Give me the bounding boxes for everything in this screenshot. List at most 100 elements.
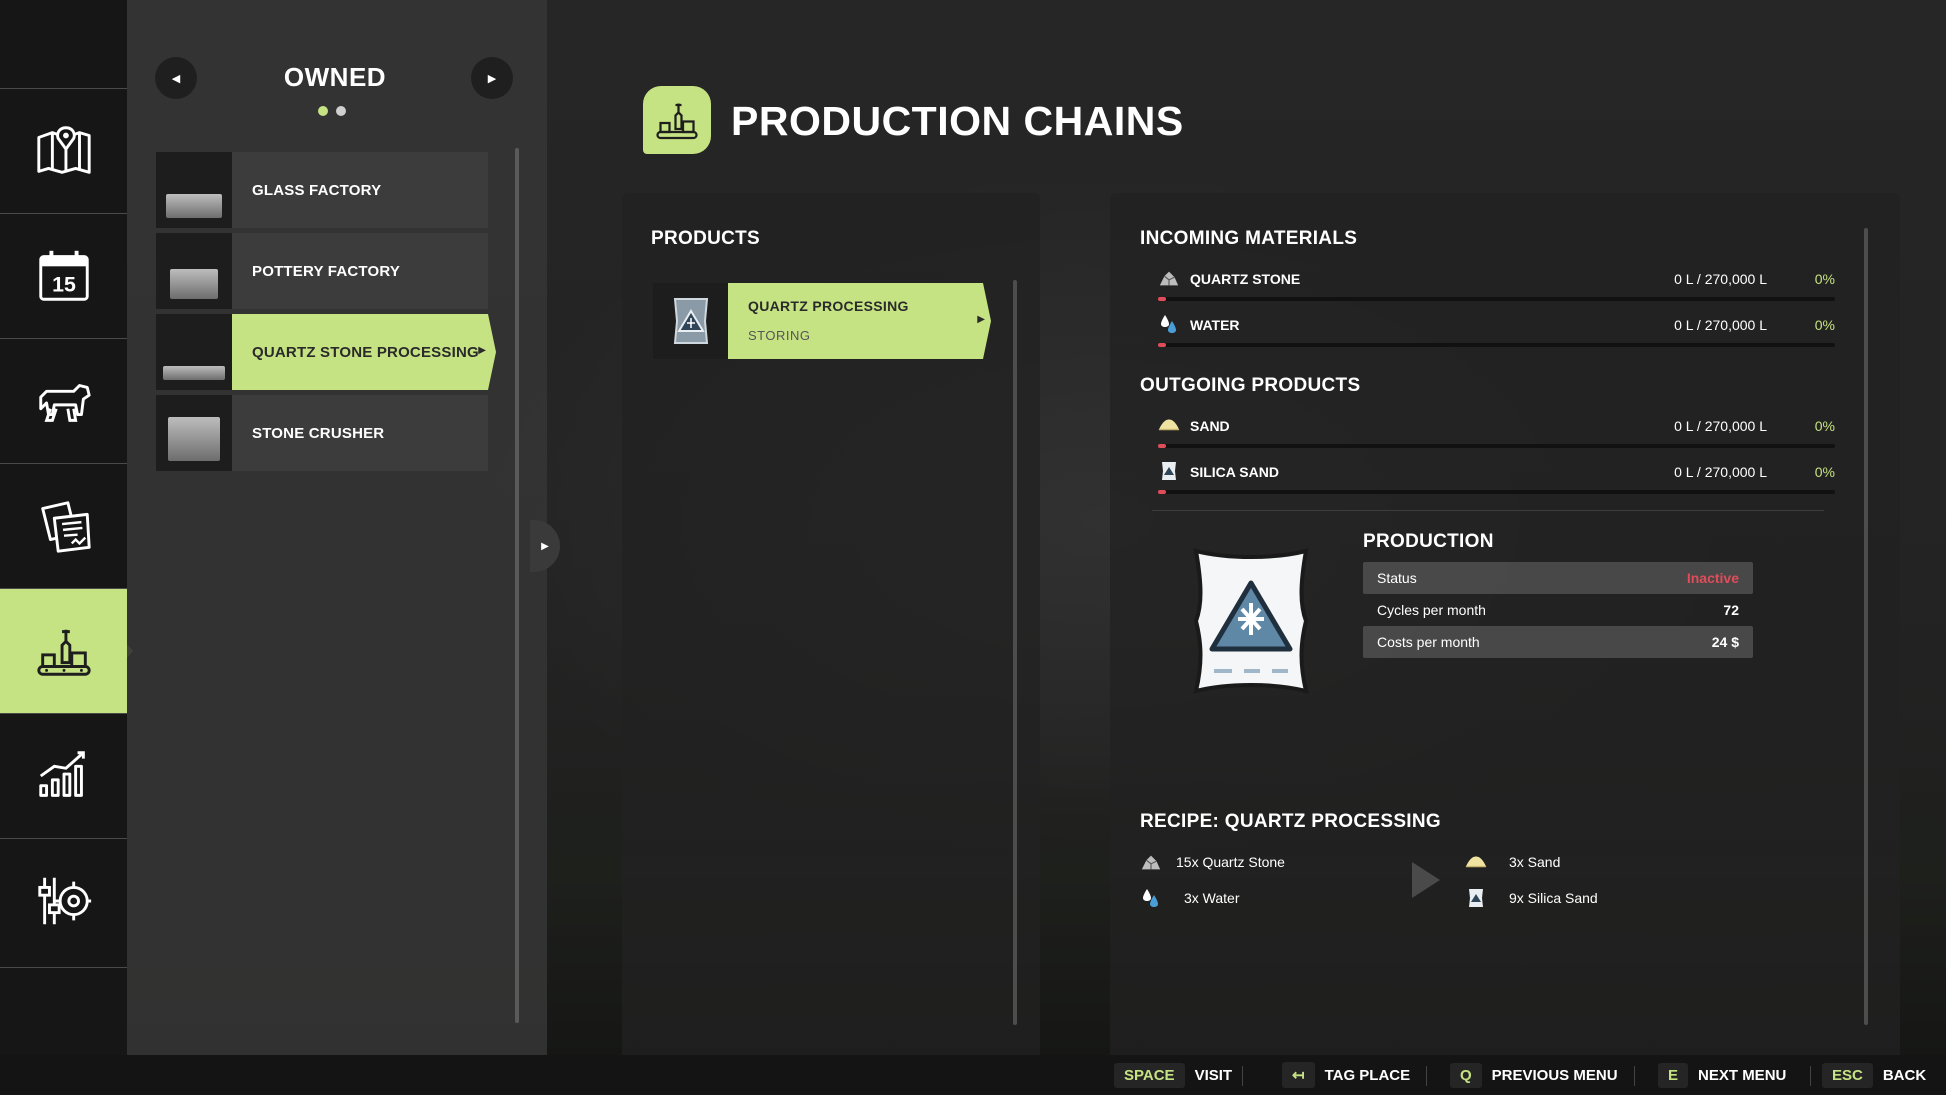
factory-item-label: GLASS FACTORY [252,181,382,199]
detail-scrollbar[interactable] [1864,228,1868,1025]
footer-divider [1426,1066,1427,1086]
nav-settings[interactable] [0,838,127,963]
nav-rail: 15 [0,0,133,1055]
material-percent: 0% [1814,317,1835,333]
quartz-stone-icon [1140,851,1162,873]
silica-bag-icon [653,283,728,359]
production-stats-table: Status Inactive Cycles per month 72 Cost… [1363,562,1753,658]
action-label: PREVIOUS MENU [1491,1066,1618,1084]
product-amount: 0 L / 270,000 L [1674,418,1767,434]
key-hint: ESC [1822,1062,1873,1088]
factory-item-label: STONE CRUSHER [252,424,385,442]
production-row-label: Costs per month [1377,634,1480,650]
page-title: PRODUCTION CHAINS [731,98,1184,144]
water-icon [1140,887,1162,909]
nav-map[interactable] [0,88,127,213]
action-label: TAG PLACE [1324,1066,1411,1084]
map-icon [36,126,91,174]
next-page-button[interactable]: ▶ [471,57,513,99]
page-dot-2[interactable] [336,106,346,116]
incoming-row-water: WATER 0 L / 270,000 L 0% [1152,313,1835,347]
section-divider [1152,510,1824,511]
product-fill-bar [1158,490,1835,494]
production-row-value: 24 $ [1711,634,1739,650]
production-icon [36,629,91,676]
action-label: BACK [1882,1066,1927,1084]
recipe-output-text: 3x Sand [1509,854,1561,870]
recipe-output: 3x Sand [1465,851,1560,873]
products-title: PRODUCTS [651,228,761,249]
material-fill-bar [1158,343,1835,347]
back-action[interactable]: ESC BACK [1822,1062,1926,1088]
nav-contracts[interactable] [0,463,127,588]
production-chain-icon [643,86,711,154]
production-row-costs: Costs per month 24 $ [1363,626,1753,658]
footer-divider [1242,1066,1243,1086]
nav-statistics[interactable] [0,713,127,838]
next-menu-action[interactable]: E NEXT MENU [1658,1062,1786,1088]
tag-place-action[interactable]: ↤ TAG PLACE [1282,1062,1410,1088]
material-amount: 0 L / 270,000 L [1674,317,1767,333]
key-hint: ↤ [1282,1062,1315,1088]
factory-item-stone-crusher[interactable]: STONE CRUSHER [156,395,488,471]
recipe-input-text: 15x Quartz Stone [1176,854,1285,870]
production-row-value: 72 [1723,602,1739,618]
contracts-icon [40,501,91,553]
silica-sand-icon [1158,460,1180,482]
sand-icon [1465,851,1487,873]
production-row-label: Status [1377,570,1417,586]
key-hint: E [1658,1062,1689,1088]
visit-action[interactable]: SPACE VISIT [1114,1062,1232,1088]
nav-production[interactable] [0,588,133,713]
key-hint: SPACE [1114,1062,1185,1088]
chevron-right-icon: ▶ [478,345,486,356]
products-scrollbar[interactable] [1013,280,1017,1025]
statistics-icon [38,751,85,797]
recipe-arrow-icon [1412,862,1440,898]
pottery-factory-thumbnail [156,233,232,309]
silica-bag-icon [1193,548,1309,694]
chevron-right-icon: ▶ [977,314,985,325]
animals-icon [38,384,91,422]
product-name: SAND [1190,418,1230,434]
incoming-row-quartz-stone: QUARTZ STONE 0 L / 270,000 L 0% [1152,267,1835,301]
quartz-stone-icon [1158,267,1180,289]
owned-list-scrollbar[interactable] [515,148,519,1023]
quartz-processing-thumbnail [156,314,232,390]
previous-menu-action[interactable]: Q PREVIOUS MENU [1450,1062,1618,1088]
product-fill-bar [1158,444,1835,448]
recipe-title: RECIPE: QUARTZ PROCESSING [1140,811,1441,832]
stone-crusher-thumbnail [156,395,232,471]
production-row-label: Cycles per month [1377,602,1486,618]
nav-calendar[interactable]: 15 [0,213,127,338]
footer-divider [1810,1066,1811,1086]
factory-item-label: QUARTZ STONE PROCESSING [252,343,479,361]
factory-item-label: POTTERY FACTORY [252,262,401,280]
owned-title: OWNED [283,62,387,92]
factory-item-quartz-stone-processing[interactable]: QUARTZ STONE PROCESSING ▶ [156,314,496,390]
incoming-materials-title: INCOMING MATERIALS [1140,228,1358,249]
material-fill-bar [1158,297,1835,301]
material-percent: 0% [1814,271,1835,287]
factory-item-pottery[interactable]: POTTERY FACTORY [156,233,488,309]
chevron-right-icon: ▶ [541,540,549,552]
material-amount: 0 L / 270,000 L [1674,271,1767,287]
outgoing-products-title: OUTGOING PRODUCTS [1140,375,1361,396]
production-row-cycles: Cycles per month 72 [1363,594,1753,626]
recipe-input: 3x Water [1140,887,1240,909]
material-name: WATER [1190,317,1240,333]
outgoing-row-sand: SAND 0 L / 270,000 L 0% [1152,414,1835,448]
product-percent: 0% [1814,418,1835,434]
factory-item-glass[interactable]: GLASS FACTORY [156,152,488,228]
recipe-input-text: 3x Water [1184,890,1240,906]
nav-animals[interactable] [0,338,127,463]
material-name: QUARTZ STONE [1190,271,1301,287]
product-amount: 0 L / 270,000 L [1674,464,1767,480]
product-name: QUARTZ PROCESSING [748,298,909,314]
recipe-input: 15x Quartz Stone [1140,851,1285,873]
page-dot-1[interactable] [318,106,328,116]
production-row-status: Status Inactive [1363,562,1753,594]
product-item-quartz-processing[interactable]: QUARTZ PROCESSING STORING ▶ [653,283,991,359]
page-indicator [318,106,346,116]
outgoing-row-silica-sand: SILICA SAND 0 L / 270,000 L 0% [1152,460,1835,494]
